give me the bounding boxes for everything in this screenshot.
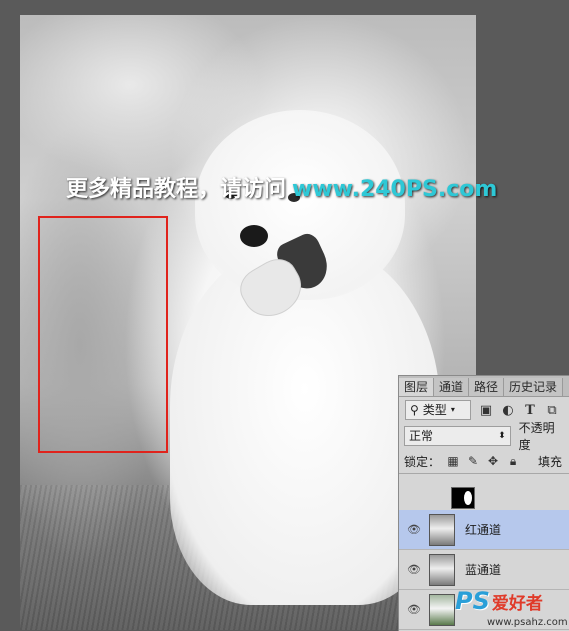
lock-all-icon[interactable]: 🔒︎ [506, 454, 520, 468]
layer-thumbnail [429, 513, 455, 546]
stepper-icon: ⬍ [498, 431, 506, 441]
logo-text: 爱好者 [491, 594, 543, 614]
blend-mode-label: 正常 [409, 429, 434, 443]
blend-mode-select[interactable]: 正常 ⬍ [404, 426, 511, 446]
blend-row: 正常 ⬍ 不透明度 [399, 421, 569, 452]
chevron-down-icon: ▾ [450, 405, 455, 414]
image-filter-icon[interactable]: ▣ [479, 403, 493, 418]
tab-paths[interactable]: 路径 [469, 378, 505, 396]
layer-row-red-channel[interactable]: 👁︎ 红通道 [399, 510, 569, 550]
tab-channels[interactable]: 通道 [434, 378, 470, 396]
site-logo: PS 爱好者 www.psahz.com [455, 587, 568, 628]
lock-position-icon[interactable]: ✥ [486, 454, 500, 468]
layer-name: 红通道 [465, 523, 502, 537]
filter-kind-label: 类型 [422, 403, 447, 417]
eye-icon[interactable]: 👁︎ [399, 603, 429, 616]
selection-rectangle [38, 216, 168, 453]
search-icon: ⚲ [410, 403, 419, 417]
lock-pixels-icon[interactable]: ✎ [466, 454, 480, 468]
layer-thumbnail [429, 593, 455, 626]
filter-kind-select[interactable]: ⚲ 类型 ▾ [405, 400, 471, 420]
fill-label: 填充 [538, 454, 563, 469]
layer-thumbnail [429, 553, 455, 586]
adjustment-filter-icon[interactable]: ◐ [501, 403, 515, 418]
tab-history[interactable]: 历史记录 [504, 378, 564, 396]
layer-row-partial[interactable] [399, 485, 569, 511]
lock-label: 锁定： [404, 454, 441, 469]
lock-transparent-icon[interactable]: ▦ [446, 454, 460, 468]
lock-row: 锁定： ▦ ✎ ✥ 🔒︎ 填充 [399, 449, 569, 474]
layer-row-blue-channel[interactable]: 👁︎ 蓝通道 [399, 550, 569, 590]
tutorial-watermark: 更多精品教程，请访问 www.240PS.com [66, 171, 497, 203]
eye-icon[interactable]: 👁︎ [399, 523, 429, 536]
layer-name: 蓝通道 [465, 563, 502, 577]
layer-mask-thumbnail [451, 486, 475, 509]
text-filter-icon[interactable]: T [523, 403, 537, 418]
tab-layers[interactable]: 图层 [399, 378, 435, 396]
shape-filter-icon[interactable]: ⧉ [545, 403, 559, 418]
logo-ps: PS [455, 587, 490, 615]
panel-tab-bar: 图层 通道 路径 历史记录 [399, 376, 569, 397]
logo-url: www.psahz.com [487, 617, 568, 628]
watermark-text: 更多精品教程，请访问 [66, 177, 287, 202]
eye-icon[interactable]: 👁︎ [399, 563, 429, 576]
watermark-url: www.240PS.com [292, 177, 498, 202]
dog-nose [240, 225, 268, 247]
opacity-label: 不透明度 [518, 421, 555, 452]
